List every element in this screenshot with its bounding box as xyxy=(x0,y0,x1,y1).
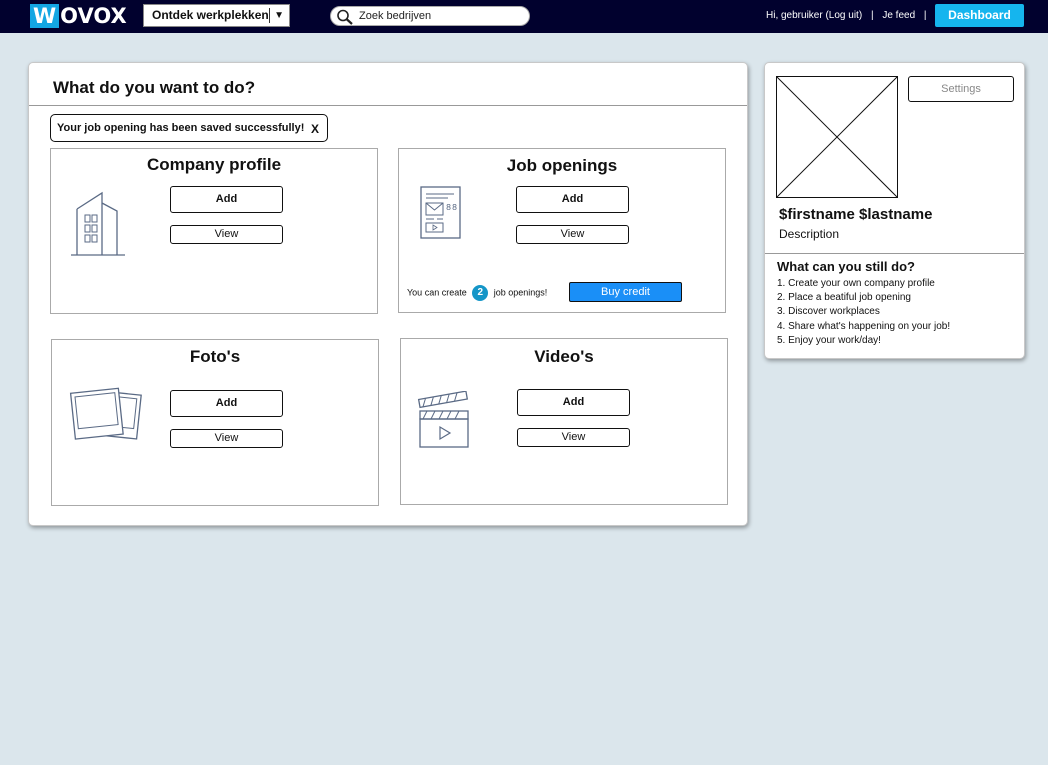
link-separator: | xyxy=(870,10,874,21)
card-title: Job openings xyxy=(506,156,618,175)
alert-message: Your job opening has been saved successf… xyxy=(57,122,305,134)
view-photos-button[interactable]: View xyxy=(170,429,283,448)
svg-text:8: 8 xyxy=(446,203,451,212)
logo-text: OVOX xyxy=(60,4,127,28)
credit-count-badge: 2 xyxy=(472,285,489,301)
list-item: 5. Enjoy your work/day! xyxy=(777,334,881,346)
chevron-down-icon[interactable]: ▼ xyxy=(274,5,284,26)
building-icon xyxy=(71,191,125,256)
job-credit-info: You can create 2 job openings! xyxy=(407,285,547,301)
search-input[interactable]: Zoek bedrijven xyxy=(330,6,530,26)
dropdown-separator xyxy=(269,8,270,23)
logout-link[interactable]: Hi, gebruiker (Log uit) xyxy=(766,10,862,21)
list-item: 1. Create your own company profile xyxy=(777,278,935,289)
job-document-icon: 8 8 xyxy=(420,186,461,239)
logo-mark: W xyxy=(30,4,60,28)
page-title: What do you want to do? xyxy=(53,78,256,97)
explore-workplaces-dropdown[interactable]: Ontdek werkplekken ▼ xyxy=(143,4,290,27)
photos-card: Foto's Add View xyxy=(51,339,379,506)
list-item: 2. Place a beatiful job opening xyxy=(777,292,911,304)
list-item: 3. Discover workplaces xyxy=(777,306,880,318)
card-title: Company profile xyxy=(146,155,282,174)
todo-title: What can you still do? xyxy=(777,259,915,274)
wovox-logo[interactable]: W OVOX xyxy=(30,4,127,28)
main-panel: What do you want to do? Your job opening… xyxy=(28,62,748,526)
job-openings-card: Job openings 8 8 Add View You can create… xyxy=(398,148,726,313)
view-videos-button[interactable]: View xyxy=(517,428,630,447)
success-alert: Your job opening has been saved successf… xyxy=(50,114,328,142)
clapperboard-icon xyxy=(417,391,469,448)
divider xyxy=(29,105,747,106)
credit-prefix: You can create xyxy=(407,287,467,298)
add-video-button[interactable]: Add xyxy=(517,389,630,416)
settings-button[interactable]: Settings xyxy=(908,76,1014,102)
company-profile-card: Company profile Add View xyxy=(50,148,378,314)
list-item: 4. Share what's happening on your job! xyxy=(777,320,951,332)
profile-name: $firstname $lastname xyxy=(779,206,933,223)
search-icon xyxy=(337,9,353,25)
image-placeholder-icon[interactable] xyxy=(776,76,898,198)
view-company-profile-button[interactable]: View xyxy=(170,225,283,244)
view-job-openings-button[interactable]: View xyxy=(516,225,629,244)
search-placeholder: Zoek bedrijven xyxy=(359,10,432,22)
top-navigation-bar: W OVOX Ontdek werkplekken ▼ Zoek bedrijve… xyxy=(0,0,1048,33)
explore-label: Ontdek werkplekken xyxy=(152,8,269,22)
buy-credit-button[interactable]: Buy credit xyxy=(569,282,682,302)
dashboard-button[interactable]: Dashboard xyxy=(935,4,1024,27)
add-job-opening-button[interactable]: Add xyxy=(516,186,629,213)
credit-suffix: job openings! xyxy=(493,287,548,298)
profile-sidebar: Settings $firstname $lastname Descriptio… xyxy=(764,62,1025,359)
user-links: Hi, gebruiker (Log uit) | Je feed | xyxy=(766,10,933,21)
add-company-profile-button[interactable]: Add xyxy=(170,186,283,213)
card-title: Video's xyxy=(534,347,594,366)
add-photo-button[interactable]: Add xyxy=(170,390,283,417)
profile-description: Description xyxy=(779,227,840,241)
link-separator: | xyxy=(923,10,927,21)
videos-card: Video's Add View xyxy=(400,338,728,505)
todo-list: 1. Create your own company profile 2. Pl… xyxy=(777,277,950,348)
divider xyxy=(765,253,1024,254)
svg-text:8: 8 xyxy=(452,203,457,212)
feed-link[interactable]: Je feed xyxy=(882,10,915,21)
card-title: Foto's xyxy=(189,347,241,366)
close-alert-button[interactable]: X xyxy=(311,116,319,142)
photos-icon xyxy=(69,387,142,440)
